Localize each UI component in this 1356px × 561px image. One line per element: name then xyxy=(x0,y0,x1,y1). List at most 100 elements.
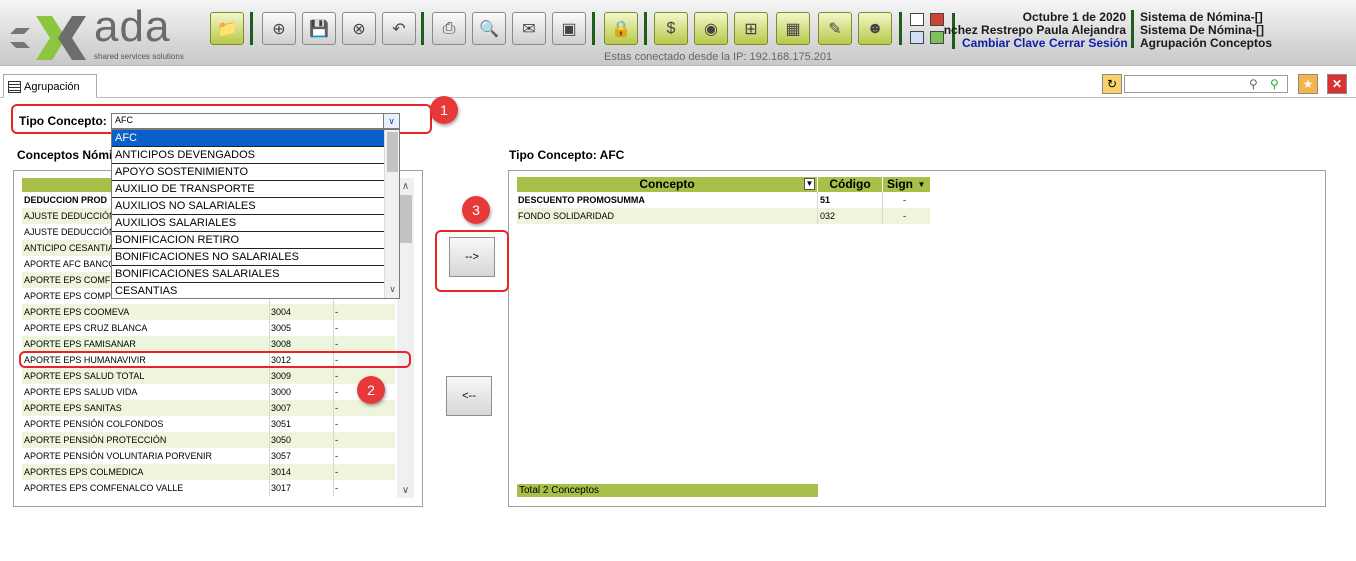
table-row[interactable]: APORTE PENSIÓN PROTECCIÓN 3050 - xyxy=(22,432,395,448)
dropdown-option[interactable]: ANTICIPOS DEVENGADOS xyxy=(112,147,384,164)
right-table-header: Concepto ▼ Código Sign ▼ xyxy=(517,177,930,192)
scroll-thumb[interactable] xyxy=(387,132,398,172)
new-icon[interactable]: ⊕ xyxy=(262,12,296,45)
chevron-down-icon[interactable]: ∨ xyxy=(387,284,398,298)
annotation-badge-3: 3 xyxy=(462,196,490,224)
table-row[interactable]: APORTE EPS FAMISANAR 3008 - xyxy=(22,336,395,352)
concept-name: APORTE EPS COOMEVA xyxy=(24,307,130,317)
column-concepto[interactable]: Concepto xyxy=(517,177,817,192)
export-icon[interactable]: ✉ xyxy=(512,12,546,45)
table-row[interactable]: APORTES EPS COLMEDICA 3014 - xyxy=(22,464,395,480)
delete-icon[interactable]: ⊗ xyxy=(342,12,376,45)
cell-divider xyxy=(333,464,334,480)
save-icon[interactable]: 💾 xyxy=(302,12,336,45)
dropdown-option[interactable]: AUXILIOS SALARIALES xyxy=(112,215,384,232)
toolbar-separator xyxy=(421,12,424,45)
user-name: nchez Restrepo Paula Alejandra xyxy=(943,23,1126,37)
table-row[interactable]: APORTE PENSIÓN COLFONDOS 3051 - xyxy=(22,416,395,432)
filter-icon[interactable]: ▼ xyxy=(916,179,927,190)
table-row[interactable]: APORTE PENSIÓN VOLUNTARIA PORVENIR 3057 - xyxy=(22,448,395,464)
total-concepts: Total 2 Conceptos xyxy=(517,484,818,497)
table-row[interactable]: DESCUENTO PROMOSUMMA 51 - xyxy=(517,192,930,208)
concept-sign: - xyxy=(335,307,338,317)
cell-divider xyxy=(817,192,818,208)
cell-divider xyxy=(269,448,270,464)
flag-icon[interactable] xyxy=(930,13,944,26)
dropdown-option[interactable]: AUXILIOS NO SALARIALES xyxy=(112,198,384,215)
tab-agrupacion[interactable]: Agrupación xyxy=(3,74,97,98)
dropdown-option[interactable]: CESANTIAS xyxy=(112,283,384,298)
concept-name: APORTE EPS COMFE xyxy=(24,275,117,285)
lock-icon[interactable]: 🔒 xyxy=(604,12,638,45)
tipo-concepto-dropdown[interactable]: AFC ANTICIPOS DEVENGADOS APOYO SOSTENIMI… xyxy=(111,129,400,299)
concept-code: 3009 xyxy=(271,371,292,381)
table-row[interactable]: FONDO SOLIDARIDAD 032 - xyxy=(517,208,930,224)
battery-icon[interactable] xyxy=(930,31,944,44)
dropdown-option[interactable]: AUXILIO DE TRANSPORTE xyxy=(112,181,384,198)
concept-sign: - xyxy=(335,403,338,413)
dropdown-option[interactable]: AFC xyxy=(112,130,384,147)
print-icon[interactable]: ⎙ xyxy=(432,12,466,45)
money-icon[interactable]: $ xyxy=(654,12,688,45)
table-row[interactable]: APORTE EPS SALUD VIDA 3000 - xyxy=(22,384,395,400)
ada-logo: ada shared services solutions xyxy=(6,2,196,64)
logout-link[interactable]: Cerrar Sesión xyxy=(1049,36,1128,50)
close-icon[interactable]: ✕ xyxy=(1327,74,1347,94)
preview-icon[interactable]: 🔍 xyxy=(472,12,506,45)
concept-sign: - xyxy=(335,387,338,397)
concept-code: 032 xyxy=(820,211,836,221)
table-row[interactable]: APORTE EPS SANITAS 3007 - xyxy=(22,400,395,416)
concept-name: APORTES EPS COMFENALCO VALLE xyxy=(24,483,184,493)
camera-icon[interactable]: ◉ xyxy=(694,12,728,45)
current-date: Octubre 1 de 2020 xyxy=(1022,10,1126,24)
dropdown-option[interactable]: APOYO SOSTENIMIENTO xyxy=(112,164,384,181)
sort-icon[interactable]: ▼ xyxy=(804,178,815,190)
favorite-icon[interactable]: ★ xyxy=(1298,74,1318,94)
concept-name: AJUSTE DEDUCCIÓN xyxy=(24,227,116,237)
change-password-link[interactable]: Cambiar Clave xyxy=(962,36,1045,50)
refresh-icon[interactable]: ↻ xyxy=(1102,74,1122,94)
search-input[interactable]: ⚲ ⚲ xyxy=(1124,75,1288,93)
list-icon[interactable] xyxy=(910,13,924,26)
cell-divider xyxy=(269,320,270,336)
table-row[interactable]: APORTE EPS COOMEVA 3004 - xyxy=(22,304,395,320)
undo-icon[interactable]: ↶ xyxy=(382,12,416,45)
concept-name: APORTE PENSIÓN VOLUNTARIA PORVENIR xyxy=(24,451,213,461)
folder-icon[interactable]: 📁 xyxy=(210,12,244,45)
concept-code: 3017 xyxy=(271,483,292,493)
toolbar-separator xyxy=(250,12,253,45)
column-codigo[interactable]: Código xyxy=(818,177,882,192)
remove-concept-button[interactable]: <-- xyxy=(446,376,492,416)
grid-icon[interactable]: ⊞ xyxy=(734,12,768,45)
dropdown-option[interactable]: BONIFICACIONES SALARIALES xyxy=(112,266,384,283)
dropdown-scrollbar[interactable]: ∨ xyxy=(384,130,399,298)
column-sign[interactable]: Sign xyxy=(883,177,917,192)
concept-code: 3051 xyxy=(271,419,292,429)
briefcase-icon[interactable]: ▣ xyxy=(552,12,586,45)
table-row[interactable]: APORTE EPS CRUZ BLANCA 3005 - xyxy=(22,320,395,336)
edit-icon[interactable]: ✎ xyxy=(818,12,852,45)
concept-code: 3000 xyxy=(271,387,292,397)
search-advanced-icon[interactable]: ⚲ xyxy=(1270,77,1279,91)
concept-name: APORTE EPS SANITAS xyxy=(24,403,122,413)
document-icon xyxy=(8,81,21,93)
concept-code: 3004 xyxy=(271,307,292,317)
tab-label: Agrupación xyxy=(24,81,80,93)
cart-icon[interactable]: ▦ xyxy=(776,12,810,45)
highlight-box-3 xyxy=(435,230,509,292)
cell-divider xyxy=(333,336,334,352)
concept-name: AJUSTE DEDUCCIÓN xyxy=(24,211,116,221)
dropdown-option[interactable]: BONIFICACIONES NO SALARIALES xyxy=(112,249,384,266)
dropdown-option[interactable]: BONIFICACION RETIRO xyxy=(112,232,384,249)
table-row[interactable]: APORTE EPS SALUD TOTAL 3009 - xyxy=(22,368,395,384)
search-icon[interactable]: ⚲ xyxy=(1249,77,1258,91)
concept-name: APORTE EPS SALUD TOTAL xyxy=(24,371,145,381)
users-icon[interactable]: ☻ xyxy=(858,12,892,45)
chevron-down-icon[interactable]: ∨ xyxy=(397,482,414,498)
concept-name: APORTE EPS CRUZ BLANCA xyxy=(24,323,148,333)
table-row[interactable]: APORTES EPS COMFENALCO VALLE 3017 - xyxy=(22,480,395,496)
windows-icon[interactable] xyxy=(910,31,924,44)
system-line-1: Sistema de Nómina-[] xyxy=(1140,10,1263,24)
concept-name: APORTE EPS SALUD VIDA xyxy=(24,387,138,397)
scroll-thumb[interactable] xyxy=(399,195,412,243)
